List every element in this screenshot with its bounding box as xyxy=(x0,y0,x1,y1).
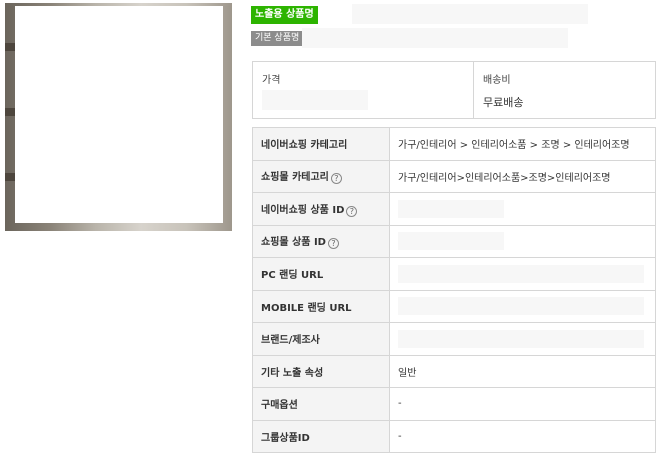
redacted-value xyxy=(398,297,644,316)
price-shipping-box: 가격 배송비 무료배송 xyxy=(252,61,656,119)
product-image xyxy=(5,3,232,231)
row-key-mobile-landing-url: MOBILE 랜딩 URL xyxy=(252,289,390,323)
table-row: 그룹상품ID - xyxy=(252,419,656,453)
row-value-brand xyxy=(389,322,656,356)
shipping-value: 무료배송 xyxy=(483,96,524,109)
row-value-other-attributes: 일반 xyxy=(389,354,656,388)
redacted-value xyxy=(398,264,644,283)
row-value-group-product-id: - xyxy=(389,419,656,453)
table-row: 쇼핑몰 상품 ID? xyxy=(252,224,656,258)
table-row: 구매옵션 - xyxy=(252,387,656,421)
table-row: 네이버쇼핑 카테고리 가구/인테리어 > 인테리어소품 > 조명 > 인테리어조… xyxy=(252,127,656,161)
table-row: PC 랜딩 URL xyxy=(252,257,656,291)
row-key-mall-category: 쇼핑몰 카테고리? xyxy=(252,159,390,193)
product-info-table: 네이버쇼핑 카테고리 가구/인테리어 > 인테리어소품 > 조명 > 인테리어조… xyxy=(252,127,656,453)
table-row: MOBILE 랜딩 URL xyxy=(252,289,656,323)
row-key-group-product-id: 그룹상품ID xyxy=(252,419,390,453)
price-label: 가격 xyxy=(262,75,281,86)
row-value-naver-product-id xyxy=(389,192,656,226)
row-key-naver-product-id: 네이버쇼핑 상품 ID? xyxy=(252,192,390,226)
row-value-purchase-options: - xyxy=(389,387,656,421)
row-key-mall-product-id-label: 쇼핑몰 상품 ID xyxy=(261,237,326,249)
price-box-divider xyxy=(473,62,474,118)
table-row: 쇼핑몰 카테고리? 가구/인테리어>인테리어소품>조명>인테리어조명 xyxy=(252,159,656,193)
basic-name-badge: 기본 상품명 xyxy=(251,31,304,46)
row-key-mall-category-label: 쇼핑몰 카테고리 xyxy=(261,172,329,184)
row-key-pc-landing-url: PC 랜딩 URL xyxy=(252,257,390,291)
row-key-other-attributes: 기타 노출 속성 xyxy=(252,354,390,388)
price-value-redacted xyxy=(262,90,368,110)
exposed-name-badge: 노출용 상품명 xyxy=(251,6,318,24)
redacted-value xyxy=(398,199,504,218)
row-key-purchase-options: 구매옵션 xyxy=(252,387,390,421)
help-icon[interactable]: ? xyxy=(327,238,339,250)
table-row: 브랜드/제조사 xyxy=(252,322,656,356)
basic-name-redacted xyxy=(302,28,568,48)
row-key-brand: 브랜드/제조사 xyxy=(252,322,390,356)
row-key-mall-product-id: 쇼핑몰 상품 ID? xyxy=(252,224,390,258)
table-row: 기타 노출 속성 일반 xyxy=(252,354,656,388)
exposed-name-redacted xyxy=(352,4,588,24)
row-key-naver-product-id-label: 네이버쇼핑 상품 ID xyxy=(261,204,345,216)
row-value-pc-landing-url xyxy=(389,257,656,291)
row-value-mall-product-id xyxy=(389,224,656,258)
row-value-mall-category: 가구/인테리어>인테리어소품>조명>인테리어조명 xyxy=(389,159,656,193)
row-value-mobile-landing-url xyxy=(389,289,656,323)
help-icon[interactable]: ? xyxy=(346,205,358,217)
table-row: 네이버쇼핑 상품 ID? xyxy=(252,192,656,226)
help-icon[interactable]: ? xyxy=(330,173,342,185)
row-value-naver-category: 가구/인테리어 > 인테리어소품 > 조명 > 인테리어조명 xyxy=(389,127,656,161)
shipping-label: 배송비 xyxy=(483,75,511,86)
redacted-value xyxy=(398,329,644,348)
row-key-naver-category: 네이버쇼핑 카테고리 xyxy=(252,127,390,161)
redacted-value xyxy=(398,232,504,251)
product-image-placeholder xyxy=(15,6,223,223)
